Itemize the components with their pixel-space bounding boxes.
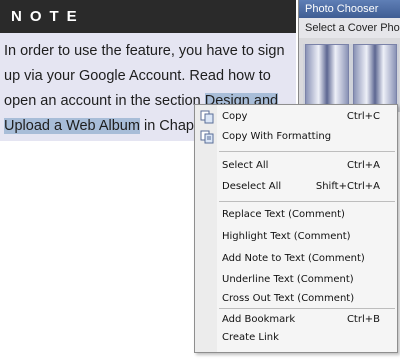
menu-item-label: Replace Text (Comment) — [222, 209, 345, 220]
menu-item-label: Add Bookmark — [222, 314, 296, 325]
copy-icon — [200, 110, 214, 124]
menu-item-copy-with-formatting[interactable]: Copy With Formatting — [196, 127, 396, 147]
photo-chooser-window: Photo Chooser Select a Cover Pho — [298, 0, 400, 112]
menu-item-underline-text[interactable]: Underline Text (Comment) — [196, 270, 396, 290]
menu-item-label: Highlight Text (Comment) — [222, 231, 351, 242]
menu-item-label: Select All — [222, 160, 269, 171]
note-heading: NOTE — [0, 0, 296, 33]
menu-item-label: Copy With Formatting — [222, 131, 332, 142]
menu-item-create-link[interactable]: Create Link — [196, 328, 396, 348]
menu-separator — [219, 151, 395, 152]
menu-item-replace-text[interactable]: Replace Text (Comment) — [196, 205, 396, 225]
photo-thumbnail[interactable] — [305, 44, 349, 112]
menu-item-label: Underline Text (Comment) — [222, 274, 354, 285]
menu-item-add-bookmark[interactable]: Add Bookmark Ctrl+B — [196, 310, 396, 330]
menu-item-cross-out-text[interactable]: Cross Out Text (Comment) — [196, 289, 396, 309]
menu-item-highlight-text[interactable]: Highlight Text (Comment) — [196, 227, 396, 247]
menu-item-label: Create Link — [222, 332, 279, 343]
menu-item-label: Deselect All — [222, 181, 282, 192]
menu-item-shortcut: Ctrl+C — [346, 111, 380, 122]
menu-item-copy[interactable]: Copy Ctrl+C — [196, 107, 396, 127]
photo-chooser-title: Photo Chooser — [299, 0, 400, 18]
menu-item-label: Cross Out Text (Comment) — [222, 293, 355, 304]
photo-thumbnail[interactable] — [353, 44, 397, 112]
photo-chooser-thumbnails — [303, 44, 399, 112]
photo-chooser-subtitle: Select a Cover Pho — [299, 18, 400, 38]
menu-item-shortcut: Shift+Ctrl+A — [315, 181, 380, 192]
menu-item-shortcut: Ctrl+B — [346, 314, 380, 325]
menu-item-select-all[interactable]: Select All Ctrl+A — [196, 156, 396, 176]
menu-item-add-note-to-text[interactable]: Add Note to Text (Comment) — [196, 249, 396, 269]
menu-item-label: Add Note to Text (Comment) — [222, 253, 365, 264]
menu-item-label: Copy — [222, 111, 248, 122]
menu-separator — [219, 308, 395, 309]
menu-item-shortcut: Ctrl+A — [346, 160, 380, 171]
context-menu: Copy Ctrl+C Copy With Formatting Select … — [194, 104, 398, 353]
menu-item-deselect-all[interactable]: Deselect All Shift+Ctrl+A — [196, 177, 396, 197]
menu-separator — [219, 201, 395, 202]
copy-formatting-icon — [200, 130, 214, 144]
